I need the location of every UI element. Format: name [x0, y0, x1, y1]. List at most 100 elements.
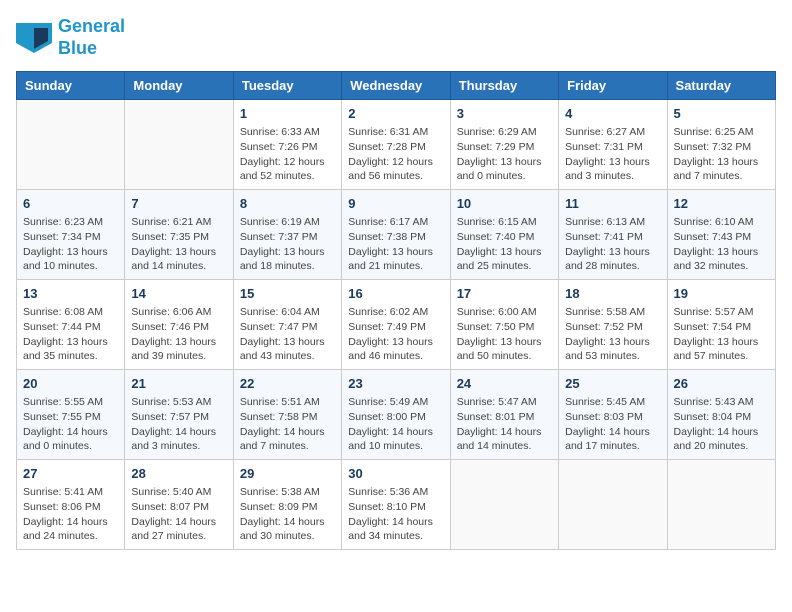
day-info: Sunrise: 6:19 AM Sunset: 7:37 PM Dayligh… — [240, 215, 335, 274]
calendar-cell — [450, 459, 558, 549]
calendar-week-row: 27 Sunrise: 5:41 AM Sunset: 8:06 PM Dayli… — [17, 459, 776, 549]
day-info: Sunrise: 6:27 AM Sunset: 7:31 PM Dayligh… — [565, 125, 660, 184]
day-number: 7 — [131, 195, 226, 213]
day-header-friday: Friday — [559, 72, 667, 100]
day-number: 23 — [348, 375, 443, 393]
day-info: Sunrise: 5:49 AM Sunset: 8:00 PM Dayligh… — [348, 395, 443, 454]
calendar-cell — [559, 459, 667, 549]
day-info: Sunrise: 6:33 AM Sunset: 7:26 PM Dayligh… — [240, 125, 335, 184]
day-number: 14 — [131, 285, 226, 303]
day-number: 15 — [240, 285, 335, 303]
day-number: 8 — [240, 195, 335, 213]
day-number: 25 — [565, 375, 660, 393]
day-info: Sunrise: 6:04 AM Sunset: 7:47 PM Dayligh… — [240, 305, 335, 364]
day-info: Sunrise: 6:31 AM Sunset: 7:28 PM Dayligh… — [348, 125, 443, 184]
day-info: Sunrise: 5:38 AM Sunset: 8:09 PM Dayligh… — [240, 485, 335, 544]
calendar-week-row: 13 Sunrise: 6:08 AM Sunset: 7:44 PM Dayli… — [17, 280, 776, 370]
calendar-week-row: 6 Sunrise: 6:23 AM Sunset: 7:34 PM Daylig… — [17, 190, 776, 280]
calendar-cell: 4 Sunrise: 6:27 AM Sunset: 7:31 PM Daylig… — [559, 100, 667, 190]
day-number: 27 — [23, 465, 118, 483]
calendar-cell: 27 Sunrise: 5:41 AM Sunset: 8:06 PM Dayli… — [17, 459, 125, 549]
page-header: General Blue — [16, 16, 776, 59]
day-info: Sunrise: 6:10 AM Sunset: 7:43 PM Dayligh… — [674, 215, 769, 274]
calendar-cell: 10 Sunrise: 6:15 AM Sunset: 7:40 PM Dayli… — [450, 190, 558, 280]
day-info: Sunrise: 5:55 AM Sunset: 7:55 PM Dayligh… — [23, 395, 118, 454]
day-info: Sunrise: 6:23 AM Sunset: 7:34 PM Dayligh… — [23, 215, 118, 274]
calendar-cell: 26 Sunrise: 5:43 AM Sunset: 8:04 PM Dayli… — [667, 370, 775, 460]
day-number: 5 — [674, 105, 769, 123]
day-info: Sunrise: 5:43 AM Sunset: 8:04 PM Dayligh… — [674, 395, 769, 454]
calendar-cell: 21Sunrise: 5:53 AM Sunset: 7:57 PM Dayli… — [125, 370, 233, 460]
day-info: Sunrise: 6:25 AM Sunset: 7:32 PM Dayligh… — [674, 125, 769, 184]
calendar-cell: 16 Sunrise: 6:02 AM Sunset: 7:49 PM Dayli… — [342, 280, 450, 370]
calendar-cell: 7 Sunrise: 6:21 AM Sunset: 7:35 PM Daylig… — [125, 190, 233, 280]
calendar-cell: 20 Sunrise: 5:55 AM Sunset: 7:55 PM Dayli… — [17, 370, 125, 460]
calendar-cell: 23 Sunrise: 5:49 AM Sunset: 8:00 PM Dayli… — [342, 370, 450, 460]
day-number: 28 — [131, 465, 226, 483]
day-number: 17 — [457, 285, 552, 303]
calendar-cell: 11 Sunrise: 6:13 AM Sunset: 7:41 PM Dayli… — [559, 190, 667, 280]
calendar-cell — [17, 100, 125, 190]
day-number: 3 — [457, 105, 552, 123]
day-info: Sunrise: 6:15 AM Sunset: 7:40 PM Dayligh… — [457, 215, 552, 274]
calendar-cell: 9 Sunrise: 6:17 AM Sunset: 7:38 PM Daylig… — [342, 190, 450, 280]
day-header-sunday: Sunday — [17, 72, 125, 100]
day-info: Sunrise: 6:02 AM Sunset: 7:49 PM Dayligh… — [348, 305, 443, 364]
day-info: Sunrise: 5:47 AM Sunset: 8:01 PM Dayligh… — [457, 395, 552, 454]
day-number: 2 — [348, 105, 443, 123]
calendar-cell: 8 Sunrise: 6:19 AM Sunset: 7:37 PM Daylig… — [233, 190, 341, 280]
day-info: Sunrise: 6:21 AM Sunset: 7:35 PM Dayligh… — [131, 215, 226, 274]
day-info: Sunrise: 5:41 AM Sunset: 8:06 PM Dayligh… — [23, 485, 118, 544]
day-number: 26 — [674, 375, 769, 393]
calendar-cell: 2 Sunrise: 6:31 AM Sunset: 7:28 PM Daylig… — [342, 100, 450, 190]
calendar-cell: 14Sunrise: 6:06 AM Sunset: 7:46 PM Dayli… — [125, 280, 233, 370]
day-info: Sunrise: 5:58 AM Sunset: 7:52 PM Dayligh… — [565, 305, 660, 364]
calendar-cell: 15 Sunrise: 6:04 AM Sunset: 7:47 PM Dayli… — [233, 280, 341, 370]
day-number: 13 — [23, 285, 118, 303]
calendar-cell: 19Sunrise: 5:57 AM Sunset: 7:54 PM Dayli… — [667, 280, 775, 370]
day-number: 12 — [674, 195, 769, 213]
calendar-cell: 24 Sunrise: 5:47 AM Sunset: 8:01 PM Dayli… — [450, 370, 558, 460]
day-header-wednesday: Wednesday — [342, 72, 450, 100]
calendar-cell: 3 Sunrise: 6:29 AM Sunset: 7:29 PM Daylig… — [450, 100, 558, 190]
day-info: Sunrise: 6:13 AM Sunset: 7:41 PM Dayligh… — [565, 215, 660, 274]
calendar-cell — [667, 459, 775, 549]
day-header-tuesday: Tuesday — [233, 72, 341, 100]
calendar-cell: 22 Sunrise: 5:51 AM Sunset: 7:58 PM Dayli… — [233, 370, 341, 460]
day-info: Sunrise: 6:08 AM Sunset: 7:44 PM Dayligh… — [23, 305, 118, 364]
day-header-thursday: Thursday — [450, 72, 558, 100]
calendar-cell: 17Sunrise: 6:00 AM Sunset: 7:50 PM Dayli… — [450, 280, 558, 370]
calendar-cell: 30Sunrise: 5:36 AM Sunset: 8:10 PM Dayli… — [342, 459, 450, 549]
day-number: 11 — [565, 195, 660, 213]
day-number: 20 — [23, 375, 118, 393]
calendar-cell — [125, 100, 233, 190]
day-number: 22 — [240, 375, 335, 393]
calendar-week-row: 1 Sunrise: 6:33 AM Sunset: 7:26 PM Daylig… — [17, 100, 776, 190]
day-header-monday: Monday — [125, 72, 233, 100]
day-info: Sunrise: 5:40 AM Sunset: 8:07 PM Dayligh… — [131, 485, 226, 544]
day-number: 21 — [131, 375, 226, 393]
day-number: 19 — [674, 285, 769, 303]
calendar-cell: 12 Sunrise: 6:10 AM Sunset: 7:43 PM Dayli… — [667, 190, 775, 280]
day-info: Sunrise: 5:45 AM Sunset: 8:03 PM Dayligh… — [565, 395, 660, 454]
day-info: Sunrise: 5:51 AM Sunset: 7:58 PM Dayligh… — [240, 395, 335, 454]
calendar-table: SundayMondayTuesdayWednesdayThursdayFrid… — [16, 71, 776, 550]
day-number: 30 — [348, 465, 443, 483]
calendar-cell: 25 Sunrise: 5:45 AM Sunset: 8:03 PM Dayli… — [559, 370, 667, 460]
logo-icon — [16, 23, 52, 53]
calendar-cell: 28 Sunrise: 5:40 AM Sunset: 8:07 PM Dayli… — [125, 459, 233, 549]
day-number: 9 — [348, 195, 443, 213]
day-number: 4 — [565, 105, 660, 123]
calendar-week-row: 20 Sunrise: 5:55 AM Sunset: 7:55 PM Dayli… — [17, 370, 776, 460]
calendar-cell: 18 Sunrise: 5:58 AM Sunset: 7:52 PM Dayli… — [559, 280, 667, 370]
day-info: Sunrise: 6:29 AM Sunset: 7:29 PM Dayligh… — [457, 125, 552, 184]
day-number: 16 — [348, 285, 443, 303]
day-header-saturday: Saturday — [667, 72, 775, 100]
day-number: 6 — [23, 195, 118, 213]
day-info: Sunrise: 6:17 AM Sunset: 7:38 PM Dayligh… — [348, 215, 443, 274]
day-number: 24 — [457, 375, 552, 393]
day-number: 18 — [565, 285, 660, 303]
day-number: 1 — [240, 105, 335, 123]
day-number: 10 — [457, 195, 552, 213]
calendar-cell: 6 Sunrise: 6:23 AM Sunset: 7:34 PM Daylig… — [17, 190, 125, 280]
